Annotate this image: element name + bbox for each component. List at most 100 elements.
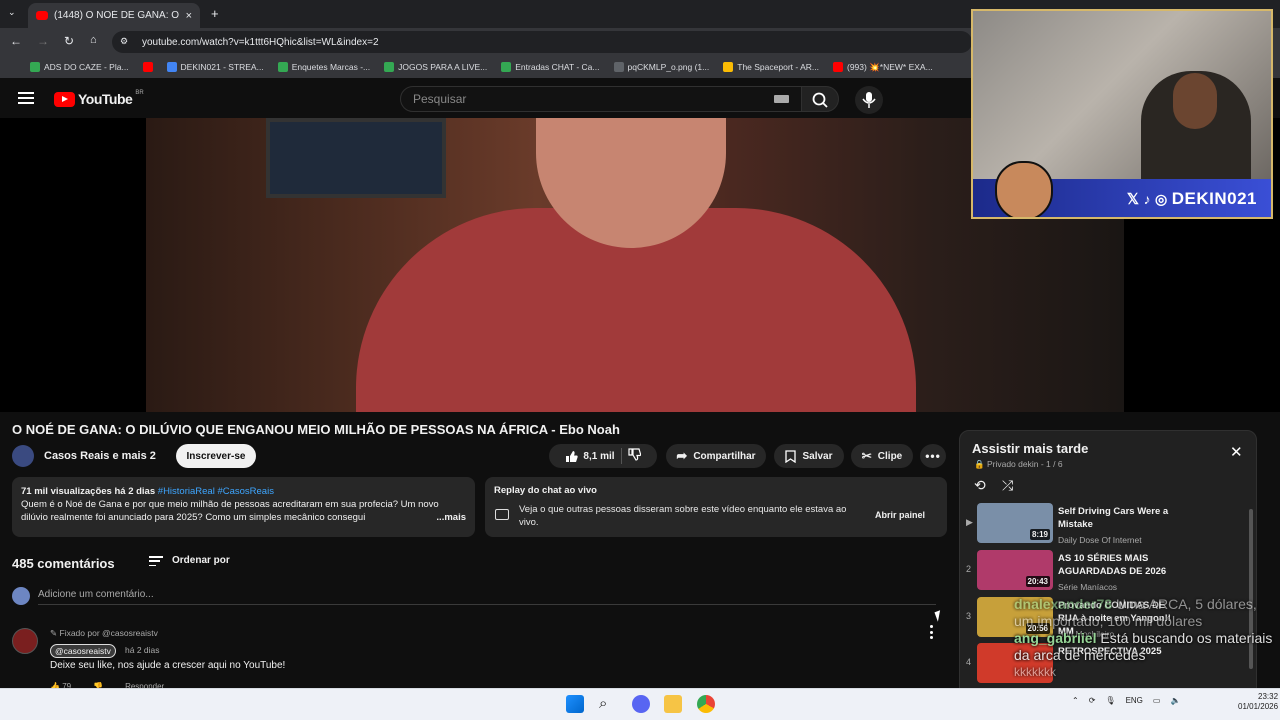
pinned-label: ✎ Fixado por @casosreaistv xyxy=(50,628,158,638)
chrome-icon[interactable] xyxy=(697,695,715,713)
youtube-icon xyxy=(142,62,153,72)
comment-author[interactable]: @casosreaistv xyxy=(50,644,116,658)
playlist-item[interactable]: ▶ 8:19 Self Driving Cars Were a Mistake … xyxy=(960,503,1250,547)
microphone-icon xyxy=(862,92,876,108)
sheets-icon xyxy=(384,62,395,72)
taskbar-clock[interactable]: 23:32 01/01/2026 xyxy=(1238,692,1278,712)
bookmark-item[interactable]: Entradas CHAT - Ca... xyxy=(501,62,600,72)
sort-button[interactable]: Ordenar por xyxy=(172,555,230,566)
bookmark-item[interactable]: ADS DO CAZE - Pla... xyxy=(30,62,129,72)
shuffle-icon[interactable]: ⤮ xyxy=(1002,477,1013,494)
keyboard-icon[interactable] xyxy=(774,95,789,103)
more-actions-button[interactable]: ••• xyxy=(920,444,946,468)
home-icon[interactable]: ⌂ xyxy=(90,34,97,46)
comment-time[interactable]: há 2 dias xyxy=(125,645,160,655)
clip-button[interactable]: ✂ Clipe xyxy=(851,444,913,468)
thumbs-down-icon xyxy=(627,448,641,461)
bookmark-item[interactable]: JOGOS PARA A LIVE... xyxy=(384,62,487,72)
comment-menu-icon[interactable] xyxy=(928,625,934,639)
view-stats: 71 mil visualizações há 2 dias xyxy=(21,486,156,497)
language-indicator[interactable]: ENG xyxy=(1126,696,1143,705)
voice-search-button[interactable] xyxy=(855,86,883,114)
video-description[interactable]: 71 mil visualizações há 2 dias #Historia… xyxy=(12,477,475,537)
bookmark-item[interactable]: pqCKMLP_o.png (1... xyxy=(613,62,709,72)
tray-chevron-icon[interactable]: ⌃ xyxy=(1072,696,1079,705)
video-duration: 20:43 xyxy=(1025,576,1050,587)
chat-message: dnalexander78 Uma ARCA, 5 dólares, um im… xyxy=(1014,596,1280,630)
chat-message: ang_gabriiel Está buscando os materiais … xyxy=(1014,630,1280,664)
bookmark-item[interactable]: Enquetes Marcas -... xyxy=(277,62,370,72)
dislike-button[interactable] xyxy=(627,448,641,464)
comment-count: 485 comentários xyxy=(12,556,115,571)
browser-tab-active[interactable]: (1448) O NOÉ DE GANA: O DILÚ × xyxy=(28,3,200,28)
sheets-icon xyxy=(277,62,288,72)
volume-icon[interactable]: 🔈 xyxy=(1170,696,1180,705)
mouse-cursor xyxy=(934,610,944,622)
playlist-title[interactable]: Assistir mais tarde xyxy=(972,441,1088,456)
close-icon[interactable]: ✕ xyxy=(1230,445,1243,460)
show-more-link[interactable]: ...mais xyxy=(432,511,466,524)
add-comment-input[interactable]: Adicione um comentário... xyxy=(38,589,154,600)
scissors-icon: ✂ xyxy=(861,449,872,463)
chat-username: ang_gabriiel xyxy=(1014,630,1097,646)
playlist-item-channel: Daily Dose Of Internet xyxy=(1058,535,1142,545)
like-button[interactable]: 8,1 mil xyxy=(565,450,615,463)
youtube-icon xyxy=(832,62,843,72)
save-button[interactable]: Salvar xyxy=(774,444,844,468)
loop-icon[interactable]: ⟲ xyxy=(974,477,986,494)
stream-chat-overlay: dnalexander78 Uma ARCA, 5 dólares, um im… xyxy=(1014,596,1280,681)
hashtags[interactable]: #HistoriaReal #CasosReais xyxy=(158,486,274,497)
background-picture xyxy=(266,118,446,198)
taskbar-search-icon[interactable]: ⌕ xyxy=(599,695,617,713)
search-button[interactable] xyxy=(801,86,839,112)
mic-tray-icon[interactable]: 🎙 xyxy=(1105,696,1115,705)
youtube-logo[interactable]: YouTube BR xyxy=(54,90,144,107)
back-icon[interactable]: ← xyxy=(10,34,22,48)
chat-username: dnalexander78 xyxy=(1014,596,1113,612)
sort-icon[interactable] xyxy=(149,556,163,566)
reload-icon[interactable]: ↻ xyxy=(64,34,74,48)
playlist-index: 4 xyxy=(966,657,972,667)
youtube-favicon-icon xyxy=(36,11,48,20)
search-input[interactable]: Pesquisar xyxy=(400,86,802,112)
video-duration: 8:19 xyxy=(1029,529,1050,540)
playlist-thumbnail: 20:43 xyxy=(977,550,1053,590)
sync-icon[interactable]: ⟳ xyxy=(1089,696,1096,705)
chat-replay-text: Veja o que outras pessoas disseram sobre… xyxy=(519,504,847,528)
system-tray: ⌃ ⟳ 🎙 ENG ▭ 🔈 xyxy=(1072,696,1180,705)
lock-icon: 🔒 xyxy=(974,459,985,469)
tab-search-icon[interactable]: ⌄ xyxy=(8,7,16,18)
share-button[interactable]: ➦ Compartilhar xyxy=(666,444,766,468)
bookmark-item[interactable]: (993) 💥*NEW* EXA... xyxy=(832,62,933,73)
playing-indicator-icon: ▶ xyxy=(966,517,973,527)
forward-icon[interactable]: → xyxy=(37,34,49,48)
bookmark-item[interactable]: DEKIN021 - STREA... xyxy=(142,62,264,72)
channel-name[interactable]: Casos Reais e mais 2 xyxy=(44,450,156,462)
address-bar[interactable]: youtube.com/watch?v=k1ttt6HQhic&list=WL&… xyxy=(112,31,972,53)
video-title: O NOÉ DE GANA: O DILÚVIO QUE ENGANOU MEI… xyxy=(12,422,620,437)
discord-icon[interactable] xyxy=(632,695,650,713)
user-avatar xyxy=(12,587,30,605)
site-info-icon[interactable]: ⚙ xyxy=(120,36,128,47)
hamburger-menu-icon[interactable] xyxy=(18,92,34,104)
pinned-comment-avatar[interactable] xyxy=(12,628,38,654)
pin-icon: ✎ xyxy=(50,628,58,638)
like-dislike-group: 8,1 mil xyxy=(549,444,657,468)
network-icon[interactable]: ▭ xyxy=(1153,696,1161,705)
tab-close-icon[interactable]: × xyxy=(186,10,192,22)
like-count: 8,1 mil xyxy=(583,450,615,462)
x-logo-icon: 𝕏 xyxy=(1126,191,1140,208)
playlist-item[interactable]: 2 20:43 AS 10 SÉRIES MAIS AGUARDADAS DE … xyxy=(960,550,1250,594)
subscribe-button[interactable]: Inscrever-se xyxy=(176,444,256,468)
file-explorer-icon[interactable] xyxy=(664,695,682,713)
clock-time: 23:32 xyxy=(1258,692,1279,701)
image-icon xyxy=(613,62,624,72)
channel-avatar[interactable] xyxy=(12,445,34,467)
playlist-meta: 🔒 Privado dekin - 1 / 6 xyxy=(974,459,1063,469)
windows-start-icon[interactable] xyxy=(566,695,584,713)
new-tab-button[interactable]: + xyxy=(211,6,219,21)
playlist-index: 2 xyxy=(966,564,972,574)
bookmark-item[interactable]: The Spaceport - AR... xyxy=(723,62,819,72)
open-panel-button[interactable]: Abrir painel xyxy=(875,510,925,520)
description-text: Quem é o Noé de Gana e por que meio milh… xyxy=(21,499,439,523)
